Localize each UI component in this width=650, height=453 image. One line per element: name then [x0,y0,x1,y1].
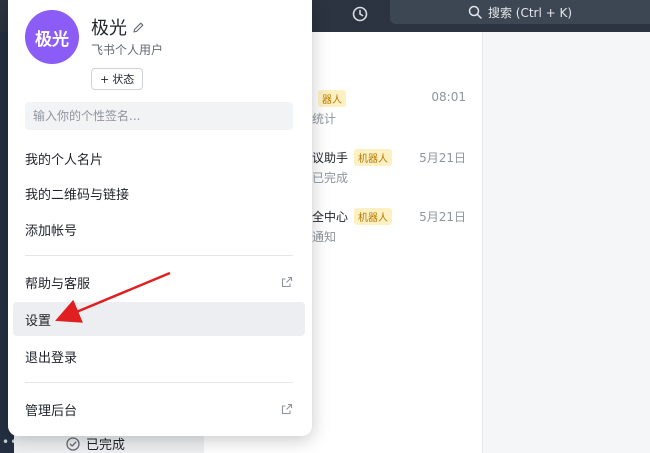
completed-label: 已完成 [86,438,126,453]
menu-item-settings[interactable]: 设置 [13,302,305,336]
detail-pane [482,32,650,453]
menu-item-qr-link[interactable]: 我的二维码与链接 [13,176,305,210]
chat-name: 全中心 机器人 [312,208,393,225]
menu-item-business-card[interactable]: 我的个人名片 [13,141,305,175]
chat-preview: 已完成 [312,171,349,185]
menu-item-admin[interactable]: 管理后台 [13,392,305,426]
chat-preview: 通知 [312,230,337,244]
bot-badge: 机器人 [354,208,393,225]
menu-item-label: 管理后台 [25,403,78,419]
chat-time: 08:01 [431,90,466,104]
chat-time: 5月21日 [419,151,466,165]
bot-badge: 机器人 [354,149,393,166]
avatar[interactable]: 极光 [25,10,79,64]
history-button[interactable] [348,2,372,26]
menu-item-label: 退出登录 [25,350,78,366]
history-clock-icon [352,6,368,22]
menu-item-help[interactable]: 帮助与客服 [13,265,305,299]
check-circle-icon [66,436,80,451]
user-name-text: 极光 [91,18,127,39]
chat-preview: 统计 [312,112,337,126]
menu-item-label: 添加帐号 [25,223,78,239]
completed-filter[interactable]: 已完成 [66,434,125,453]
menu-item-label: 我的个人名片 [25,152,104,168]
divider [25,255,293,256]
account-type: 飞书个人用户 [91,43,164,57]
bot-badge: 器人 [318,90,346,107]
user-name: 极光 [91,14,145,40]
chat-name: 器人 [312,90,346,107]
external-link-icon [281,276,293,288]
divider [25,382,293,383]
search-bar[interactable]: 搜索 (Ctrl + K) [390,0,650,24]
menu-item-label: 设置 [25,313,52,329]
chat-name: 议助手 机器人 [312,149,393,166]
search-placeholder: 搜索 (Ctrl + K) [487,5,573,20]
menu-item-add-account[interactable]: 添加帐号 [13,212,305,246]
menu-item-label: 帮助与客服 [25,276,91,292]
edit-pencil-icon[interactable] [132,21,145,34]
plus-icon: + [100,72,110,86]
signature-input[interactable] [25,102,293,130]
menu-item-logout[interactable]: 退出登录 [13,339,305,373]
chat-time: 5月21日 [419,210,466,224]
menu-item-label: 我的二维码与链接 [25,187,130,203]
external-link-icon [281,403,293,415]
status-label: 状态 [112,73,135,86]
profile-menu-popup: 极光 极光 飞书个人用户 + 状态 我的个人名片 我的二维码与链接 添加帐号 帮… [8,0,312,436]
search-icon [468,5,482,19]
status-button[interactable]: + 状态 [91,68,144,90]
